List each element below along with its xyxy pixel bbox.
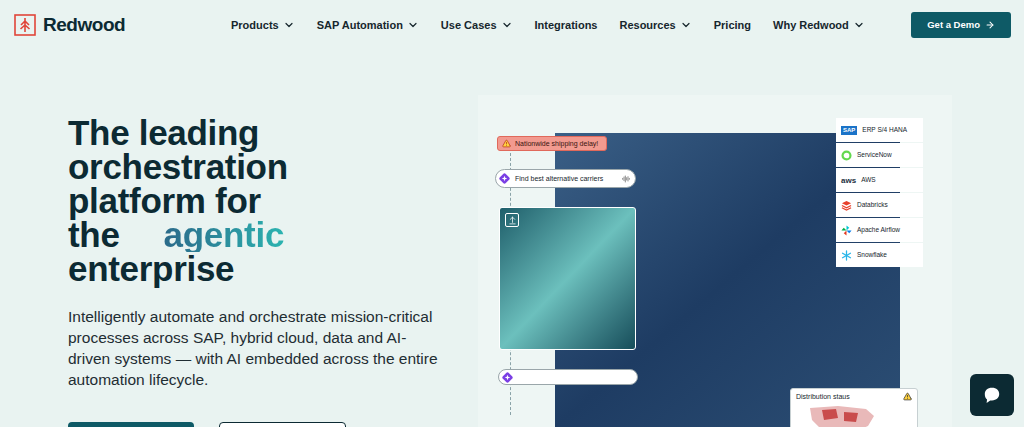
prompt-chip: Find best alternative carriers (495, 169, 636, 188)
sap-logo-icon: SAP (841, 126, 857, 135)
nav-item[interactable]: Resources (619, 17, 691, 34)
integration-list: SAPERP S/4 HANAServiceNowawsAWSDatabrick… (836, 118, 923, 267)
warning-icon (502, 139, 511, 148)
integration-item: Snowflake (836, 243, 923, 267)
integration-item: Apache Airflow (836, 218, 923, 242)
top-nav: Redwood Products SAP Automation Use Cases In… (0, 0, 1024, 50)
integration-item: SAPERP S/4 HANA (836, 118, 923, 142)
chat-button[interactable] (970, 374, 1014, 416)
upload-badge (505, 213, 519, 227)
chevron-down-icon (501, 19, 513, 31)
integration-item: ServiceNow (836, 143, 923, 167)
hero-subtitle: Intelligently automate and orchestrate m… (68, 306, 440, 390)
chevron-down-icon (853, 19, 865, 31)
databricks-logo-icon (841, 200, 852, 211)
aws-logo-icon: aws (841, 176, 856, 185)
chevron-down-icon (407, 19, 419, 31)
chat-bubble-icon (983, 386, 1001, 404)
prompt-chip-empty (498, 369, 638, 385)
chevron-down-icon (680, 19, 692, 31)
nav-item[interactable]: Pricing (714, 17, 751, 34)
title-line: platform for (68, 184, 478, 218)
nav-item[interactable]: SAP Automation (317, 17, 419, 34)
status-card: Distribution staus (790, 388, 918, 427)
title-line: enterprise (68, 252, 478, 286)
status-card-title: Distribution staus (796, 392, 850, 401)
voice-icon (622, 175, 630, 183)
sparkle-icon (501, 371, 514, 384)
us-map-icon (808, 404, 878, 427)
get-demo-button[interactable]: Get a Demo (911, 12, 1011, 38)
hero-text: The leadingorchestrationplatform forthea… (0, 50, 478, 427)
chevron-down-icon (283, 19, 295, 31)
integration-item: Databricks (836, 193, 923, 217)
airflow-logo-icon (841, 225, 852, 236)
hero-visual: Nationwide shipping delay! Find best alte… (478, 95, 952, 427)
abstract-card (499, 207, 636, 350)
hero-buttons (68, 422, 478, 427)
title-line: theagentic (68, 218, 478, 252)
alert-chip: Nationwide shipping delay! (497, 136, 607, 151)
snowflake-logo-icon (841, 250, 852, 261)
title-highlight: agentic (164, 218, 284, 252)
sparkle-icon (498, 172, 511, 185)
logo[interactable]: Redwood (14, 11, 219, 40)
nav-item[interactable]: Integrations (535, 17, 598, 34)
hero-title: The leadingorchestrationplatform forthea… (68, 116, 478, 286)
integration-item: awsAWS (836, 168, 923, 192)
logo-text: Redwood (43, 11, 125, 40)
page: Redwood Products SAP Automation Use Cases In… (0, 0, 1024, 427)
title-line: The leading (68, 116, 478, 150)
servicenow-logo-icon (841, 150, 852, 161)
main-menu: Products SAP Automation Use Cases Integrati… (219, 17, 911, 34)
nav-item[interactable]: Why Redwood (773, 17, 865, 34)
title-line: orchestration (68, 150, 478, 184)
hero: The leadingorchestrationplatform forthea… (0, 50, 1024, 427)
primary-button[interactable] (68, 422, 194, 427)
redwood-tree-icon (14, 14, 36, 36)
arrow-right-icon (985, 20, 995, 30)
upload-icon (508, 216, 517, 225)
nav-item[interactable]: Products (231, 17, 295, 34)
warning-icon (903, 392, 912, 401)
nav-item[interactable]: Use Cases (441, 17, 513, 34)
secondary-button[interactable] (219, 422, 346, 427)
